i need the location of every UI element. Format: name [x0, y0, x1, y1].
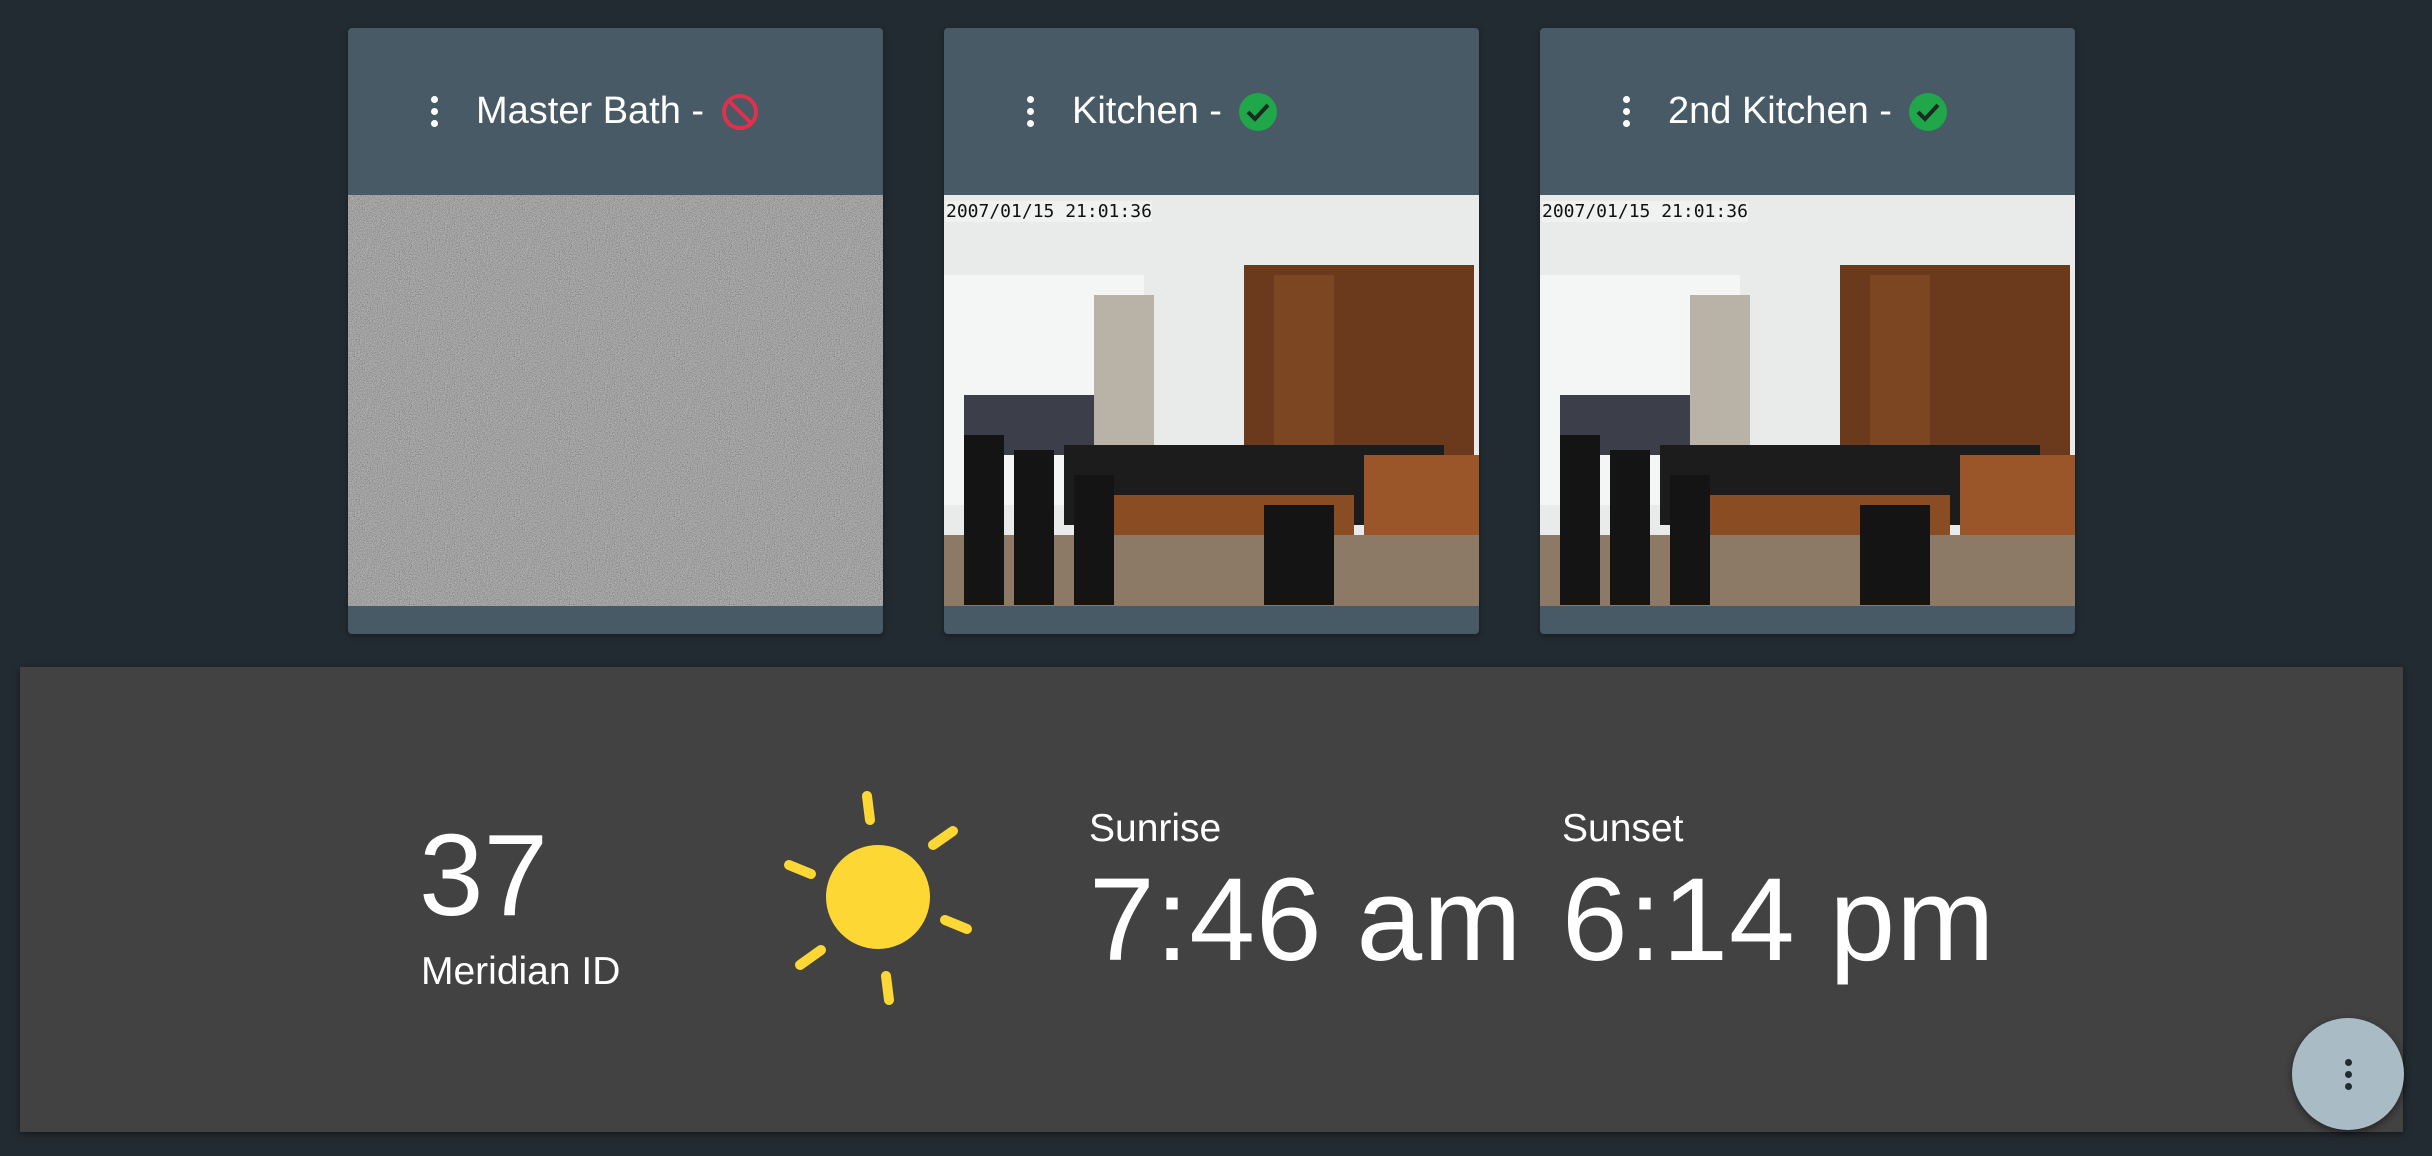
- more-vert-icon[interactable]: [424, 92, 444, 132]
- camera-feed[interactable]: 2007/01/15 21:01:36: [1540, 195, 2075, 606]
- camera-header: 2nd Kitchen -: [1540, 28, 2075, 195]
- sunset-label: Sunset: [1562, 807, 1684, 850]
- camera-name: 2nd Kitchen -: [1668, 90, 1892, 132]
- block-icon: [722, 93, 759, 130]
- sunset-block: Sunset 6:14 pm: [1562, 807, 1995, 983]
- check-circle-icon: [1908, 92, 1947, 131]
- camera-card-kitchen: Kitchen - 2007/01/15 21:01:36: [944, 28, 1479, 634]
- camera-name: Master Bath -: [476, 90, 705, 132]
- sunrise-label: Sunrise: [1089, 807, 1222, 850]
- sun-icon: [784, 791, 972, 1005]
- camera-card-2nd-kitchen: 2nd Kitchen - 2007/01/15 21:01:36: [1540, 28, 2075, 634]
- more-vert-icon[interactable]: [1616, 92, 1636, 132]
- camera-feed[interactable]: [348, 195, 883, 606]
- location-label: Meridian ID: [421, 950, 621, 993]
- check-circle-icon: [1238, 92, 1277, 131]
- camera-name: Kitchen -: [1072, 90, 1222, 132]
- more-vert-icon[interactable]: [2292, 1018, 2404, 1130]
- weather-card: 37 Meridian ID Sunrise 7:46 am Sunset 6:…: [20, 667, 2403, 1132]
- more-vert-icon[interactable]: [1020, 92, 1040, 132]
- sunset-time: 6:14 pm: [1562, 854, 1996, 986]
- kitchen-image: [1540, 195, 2075, 606]
- camera-card-master-bath: Master Bath -: [348, 28, 883, 634]
- sunrise-block: Sunrise 7:46 am: [1089, 807, 1522, 983]
- sunrise-time: 7:46 am: [1089, 854, 1523, 986]
- camera-timestamp: 2007/01/15 21:01:36: [1542, 201, 1748, 222]
- camera-feed[interactable]: 2007/01/15 21:01:36: [944, 195, 1479, 606]
- camera-header: Kitchen -: [944, 28, 1479, 195]
- static-noise-image: [348, 195, 883, 606]
- temperature-value: 37: [419, 810, 549, 940]
- kitchen-image: [944, 195, 1479, 606]
- camera-timestamp: 2007/01/15 21:01:36: [946, 201, 1152, 222]
- camera-header: Master Bath -: [348, 28, 883, 195]
